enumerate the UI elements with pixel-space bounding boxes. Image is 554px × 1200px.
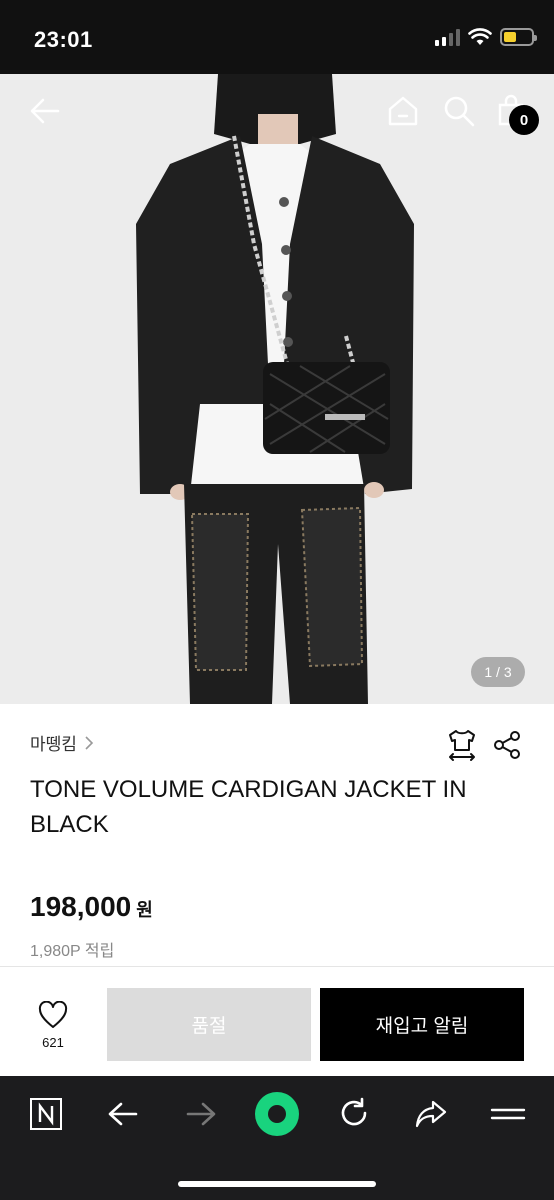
status-icons [435,28,537,46]
battery-icon [500,28,537,46]
share-icon[interactable] [492,730,522,760]
heart-icon [38,1001,68,1028]
cellular-signal-icon [435,28,460,46]
menu-icon[interactable] [490,1096,526,1132]
home-icon[interactable] [386,94,420,128]
reward-points: 1,980P 적립 [30,943,115,960]
share-arrow-icon[interactable] [413,1096,449,1132]
image-page-indicator: 1 / 3 [471,657,525,687]
wifi-icon [468,28,492,45]
refresh-icon[interactable] [336,1096,372,1132]
status-bar: 23:01 [0,0,554,74]
browser-toolbar [0,1076,554,1200]
status-time: 23:01 [34,27,93,52]
product-title: TONE VOLUME CARDIGAN JACKET IN BLACK [30,776,467,838]
browser-back-icon[interactable] [105,1096,141,1132]
product-photo [0,74,554,704]
price-row: 198,000 원 [30,891,153,923]
product-image-carousel[interactable]: 0 1 / 3 [0,74,554,704]
home-indicator [178,1181,376,1187]
cart-count-badge[interactable]: 0 [509,105,539,135]
restock-alert-button[interactable]: 재입고 알림 [320,988,524,1061]
search-icon[interactable] [442,94,476,128]
sold-out-button: 품절 [107,988,311,1061]
purchase-action-bar: 621 품절 재입고 알림 [0,966,554,1076]
price-currency: 원 [136,900,153,920]
brand-link[interactable]: 마뗑킴 [30,730,95,755]
like-button[interactable]: 621 [22,1001,84,1057]
naver-logo-icon[interactable] [28,1096,64,1132]
browser-forward-icon [186,1102,216,1126]
green-dot-icon[interactable] [254,1091,300,1137]
size-guide-icon[interactable] [446,728,478,762]
product-price: 198,000 [30,891,132,922]
brand-name: 마뗑킴 [30,735,77,754]
back-arrow-icon[interactable] [28,94,62,128]
like-count: 621 [42,1035,64,1050]
chevron-right-icon [85,735,94,750]
